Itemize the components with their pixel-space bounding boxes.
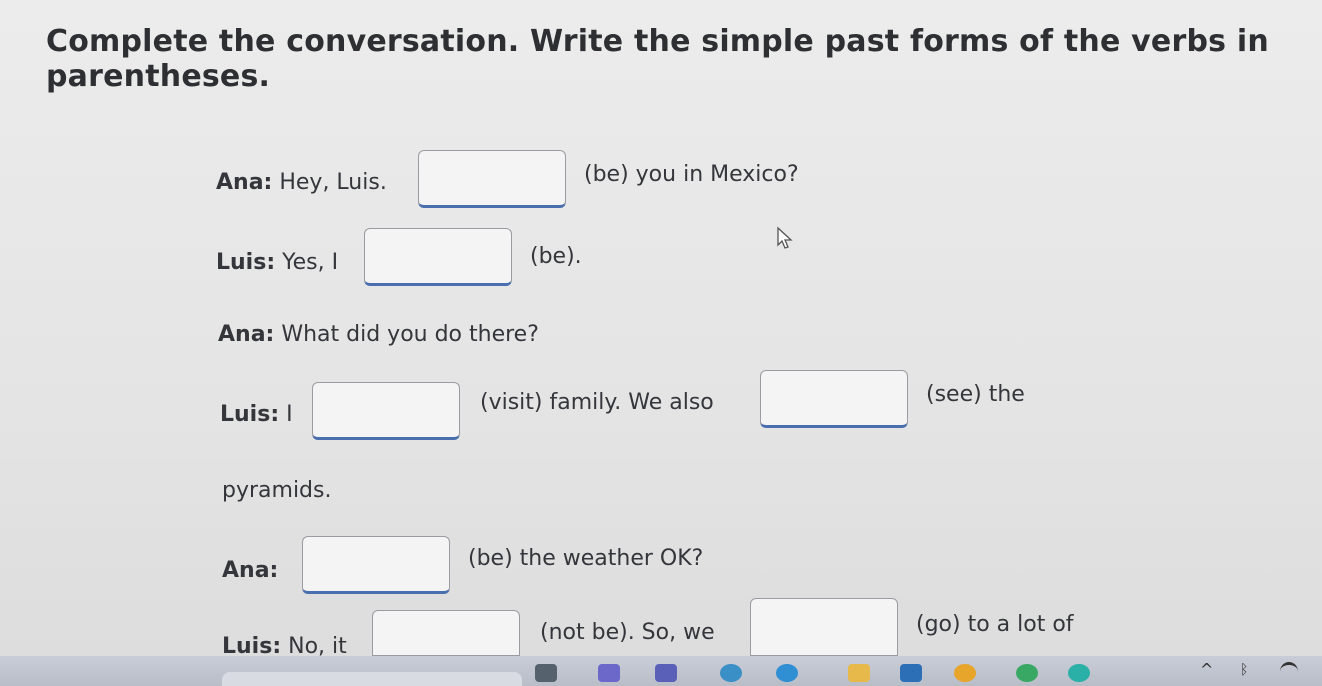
answer-blank-7[interactable] [750, 598, 898, 656]
speaker-label: Luis: [220, 402, 280, 427]
answer-blank-2[interactable] [364, 228, 512, 286]
line-ana-3: Ana: [222, 558, 278, 583]
file-explorer-icon[interactable] [535, 664, 557, 682]
line-ana-2: Ana: What did you do there? [218, 322, 539, 347]
edge-dev-icon[interactable] [1016, 664, 1038, 682]
line-text-middle: (not be). So, we [540, 620, 715, 645]
line-text: Hey, Luis. [279, 170, 387, 195]
teams-icon[interactable] [598, 664, 620, 682]
line-text: I [286, 402, 293, 427]
line-text-after: (see) the [926, 382, 1025, 407]
bluetooth-icon[interactable]: ᛒ [1240, 662, 1248, 678]
app-icon[interactable] [1068, 664, 1090, 682]
wifi-icon[interactable] [1280, 662, 1298, 681]
line-ana-1: Ana: Hey, Luis. [216, 170, 387, 195]
taskbar-search-bar[interactable] [222, 672, 522, 686]
chrome-icon[interactable] [900, 664, 922, 682]
line-text-after: (be). [530, 244, 582, 269]
line-text: What did you do there? [281, 322, 539, 347]
speaker-label: Ana: [218, 322, 275, 347]
chevron-up-icon[interactable]: ^ [1200, 660, 1213, 679]
outlook-icon[interactable] [848, 664, 870, 682]
line-continuation: pyramids. [222, 478, 332, 503]
line-text-middle: (visit) family. We also [480, 390, 714, 415]
line-text-after: (be) the weather OK? [468, 546, 704, 571]
speaker-label: Ana: [216, 170, 273, 195]
speaker-label: Ana: [222, 558, 279, 583]
line-text: Yes, I [282, 250, 339, 275]
mouse-cursor-icon [777, 226, 793, 249]
search-icon[interactable] [655, 664, 677, 682]
photos-icon[interactable] [954, 664, 976, 682]
answer-blank-3[interactable] [312, 382, 460, 440]
taskbar: ^ ᛒ [0, 656, 1322, 686]
speaker-label: Luis: [216, 250, 276, 275]
folder-icon[interactable] [776, 664, 798, 682]
line-luis-1: Luis: Yes, I [216, 250, 338, 275]
answer-blank-4[interactable] [760, 370, 908, 428]
answer-blank-5[interactable] [302, 536, 450, 594]
line-text-after: (go) to a lot of [916, 612, 1074, 637]
instruction-heading: Complete the conversation. Write the sim… [46, 24, 1269, 94]
line-luis-2: Luis: I [220, 402, 293, 427]
answer-blank-6[interactable] [372, 610, 520, 656]
line-text-after: (be) you in Mexico? [584, 162, 799, 187]
answer-blank-1[interactable] [418, 150, 566, 208]
edge-icon[interactable] [720, 664, 742, 682]
